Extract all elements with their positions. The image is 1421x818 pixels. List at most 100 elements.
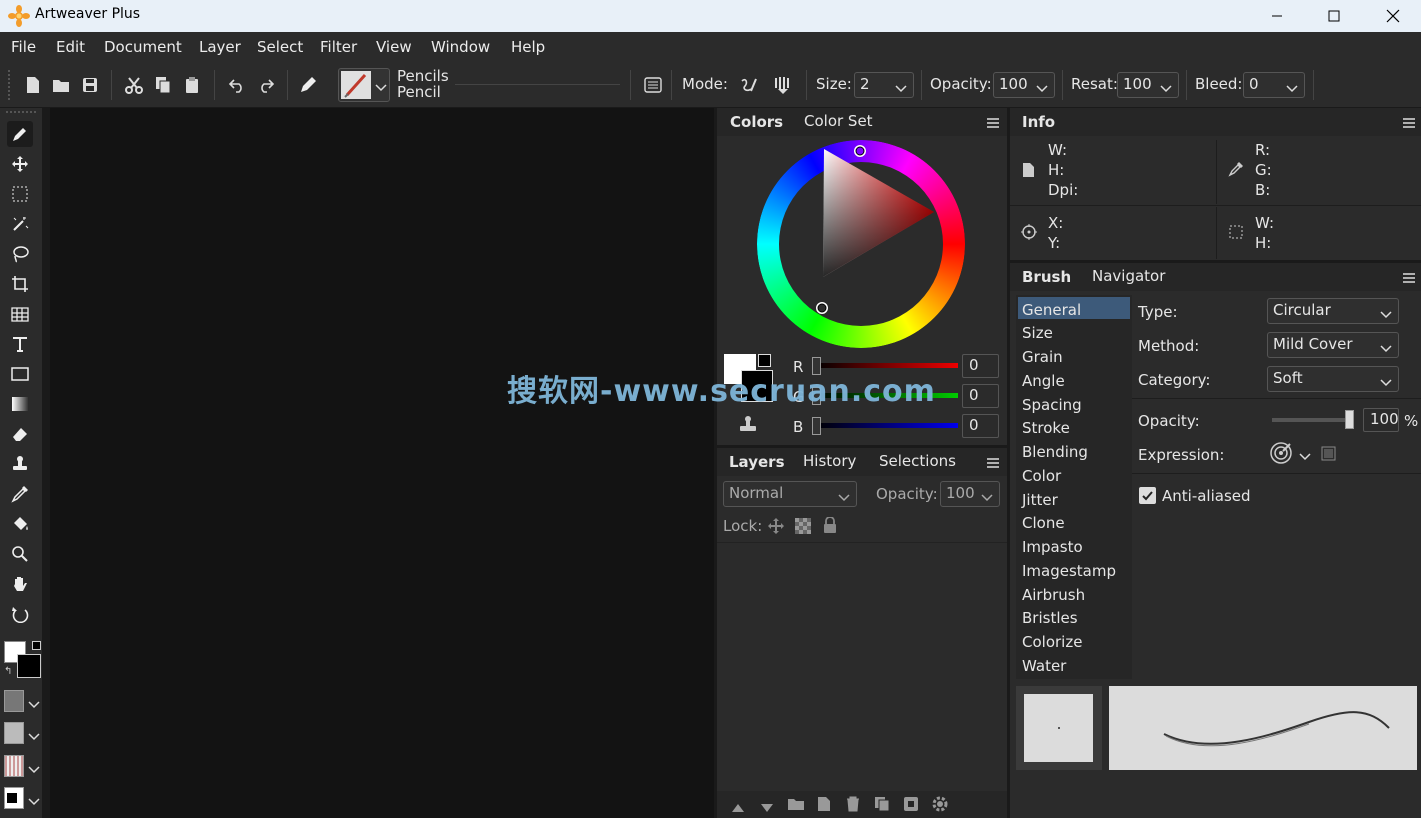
menu-help[interactable]: Help [511,38,545,56]
tab-info[interactable]: Info [1022,113,1055,131]
brush-type-dropdown[interactable]: Circular [1267,298,1399,324]
bristle-mode-icon[interactable] [773,75,793,95]
brush-category-bristles[interactable]: Bristles [1022,609,1078,627]
gradient-tool-icon[interactable] [7,391,33,417]
lasso-tool-icon[interactable] [7,241,33,267]
canvas-area[interactable] [50,108,714,818]
brush-category-angle[interactable]: Angle [1022,372,1065,390]
close-button[interactable] [1370,0,1416,32]
tab-history[interactable]: History [803,452,856,470]
eraser-tool-icon[interactable] [7,421,33,447]
blend-mode-dropdown[interactable]: Normal [723,481,857,507]
pattern-selector[interactable] [4,755,42,779]
toolbar-grip[interactable] [8,70,11,100]
tab-layers[interactable]: Layers [729,453,785,471]
gradient-selector[interactable] [4,787,42,811]
brush-category-impasto[interactable]: Impasto [1022,538,1083,556]
layer-opacity-dropdown[interactable]: 100 [940,481,1000,507]
text-tool-icon[interactable] [7,331,33,357]
menu-view[interactable]: View [376,38,412,56]
lock-icon[interactable] [823,516,837,537]
new-document-icon[interactable] [23,75,43,95]
lock-transparency-icon[interactable] [795,518,811,538]
tab-color-set[interactable]: Color Set [804,112,873,130]
paint-bucket-tool-icon[interactable] [7,511,33,537]
save-icon[interactable] [80,75,100,95]
paste-icon[interactable] [182,75,202,95]
move-layer-down-icon[interactable] [760,799,774,817]
magic-wand-tool-icon[interactable] [7,211,33,237]
brush-method-dropdown[interactable]: Mild Cover [1267,332,1399,358]
brush-category-grain[interactable]: Grain [1022,348,1063,366]
brush-category-color[interactable]: Color [1022,467,1061,485]
stamp-color-icon[interactable] [739,416,757,436]
color-picker-tool-icon[interactable] [7,481,33,507]
lock-position-icon[interactable] [767,517,785,539]
b-slider[interactable] [815,423,958,428]
grain-texture-selector[interactable] [4,722,42,746]
panel-menu-icon[interactable] [986,115,1000,133]
rotate-view-tool-icon[interactable] [7,601,33,627]
brush-opacity-slider-handle[interactable] [1345,410,1354,429]
brush-category-clone[interactable]: Clone [1022,514,1065,532]
expression-dropdown[interactable] [1268,440,1316,466]
b-slider-handle[interactable] [812,417,821,435]
menu-edit[interactable]: Edit [56,38,85,56]
opacity-dropdown[interactable]: 100 [993,72,1055,98]
tab-colors[interactable]: Colors [730,113,783,131]
brush-category-blending[interactable]: Blending [1022,443,1088,461]
color-wheel[interactable] [757,140,965,348]
default-colors-icon[interactable] [32,641,41,650]
tab-selections[interactable]: Selections [879,452,956,470]
brush-category-colorize[interactable]: Colorize [1022,633,1082,651]
rect-select-tool-icon[interactable] [7,181,33,207]
layer-settings-icon[interactable] [931,795,949,817]
b-value-input[interactable]: 0 [962,414,999,438]
brush-category-dropdown[interactable]: Soft [1267,366,1399,392]
copy-icon[interactable] [153,75,173,95]
brush-category-imagestamp[interactable]: Imagestamp [1022,562,1116,580]
brush-preset-picker[interactable] [338,68,390,102]
brush-category-stroke[interactable]: Stroke [1022,419,1070,437]
brush-opacity-slider[interactable] [1272,418,1354,422]
expression-invert-icon[interactable] [1321,446,1336,465]
menu-window[interactable]: Window [431,38,490,56]
panel-menu-icon[interactable] [1402,115,1416,133]
cut-icon[interactable] [124,75,144,95]
new-layer-icon[interactable] [817,796,831,816]
menu-layer[interactable]: Layer [199,38,241,56]
panel-menu-icon[interactable] [986,455,1000,473]
bleed-dropdown[interactable]: 0 [1243,72,1305,98]
brush-category-spacing[interactable]: Spacing [1022,396,1082,414]
paper-texture-selector[interactable] [4,690,42,714]
brush-opacity-input[interactable]: 100 [1363,408,1399,432]
menu-filter[interactable]: Filter [320,38,357,56]
brush-category-airbrush[interactable]: Airbrush [1022,586,1085,604]
swap-colors-icon[interactable]: ↰ [4,666,12,677]
brush-settings-icon[interactable] [643,75,663,95]
panel-menu-icon[interactable] [1402,270,1416,288]
r-value-input[interactable]: 0 [962,354,999,378]
move-layer-up-icon[interactable] [731,799,745,817]
pencil-tool-icon[interactable] [7,121,33,147]
pencil-tool-icon[interactable] [298,75,318,95]
menu-document[interactable]: Document [104,38,182,56]
brush-category-size[interactable]: Size [1022,324,1053,342]
move-tool-icon[interactable] [7,151,33,177]
crop-tool-icon[interactable] [7,271,33,297]
brush-category-water[interactable]: Water [1022,657,1066,675]
toolbox-grip[interactable] [6,111,36,114]
brush-category-general[interactable]: General [1022,301,1081,319]
tab-brush[interactable]: Brush [1022,268,1071,286]
merge-layer-icon[interactable] [903,796,919,816]
maximize-button[interactable] [1311,0,1357,32]
resat-dropdown[interactable]: 100 [1117,72,1179,98]
tab-navigator[interactable]: Navigator [1092,267,1165,285]
shape-tool-icon[interactable] [7,361,33,387]
delete-layer-icon[interactable] [846,796,860,816]
clone-stamp-tool-icon[interactable] [7,451,33,477]
duplicate-layer-icon[interactable] [874,796,890,816]
open-folder-icon[interactable] [51,75,71,95]
redo-icon[interactable] [256,75,276,95]
menu-select[interactable]: Select [257,38,303,56]
